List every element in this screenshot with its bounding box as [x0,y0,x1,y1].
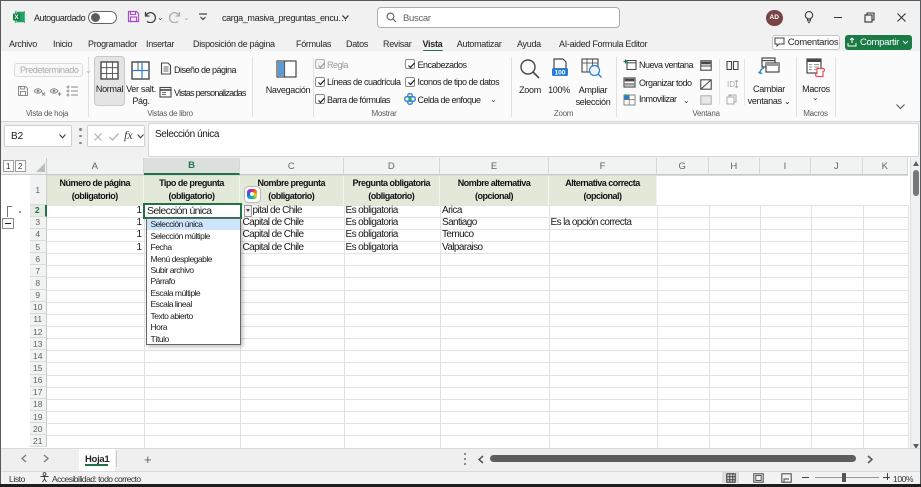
svg-text:ID: ID [727,80,735,89]
svg-text:100: 100 [555,70,566,77]
svg-text:X: X [14,14,19,21]
